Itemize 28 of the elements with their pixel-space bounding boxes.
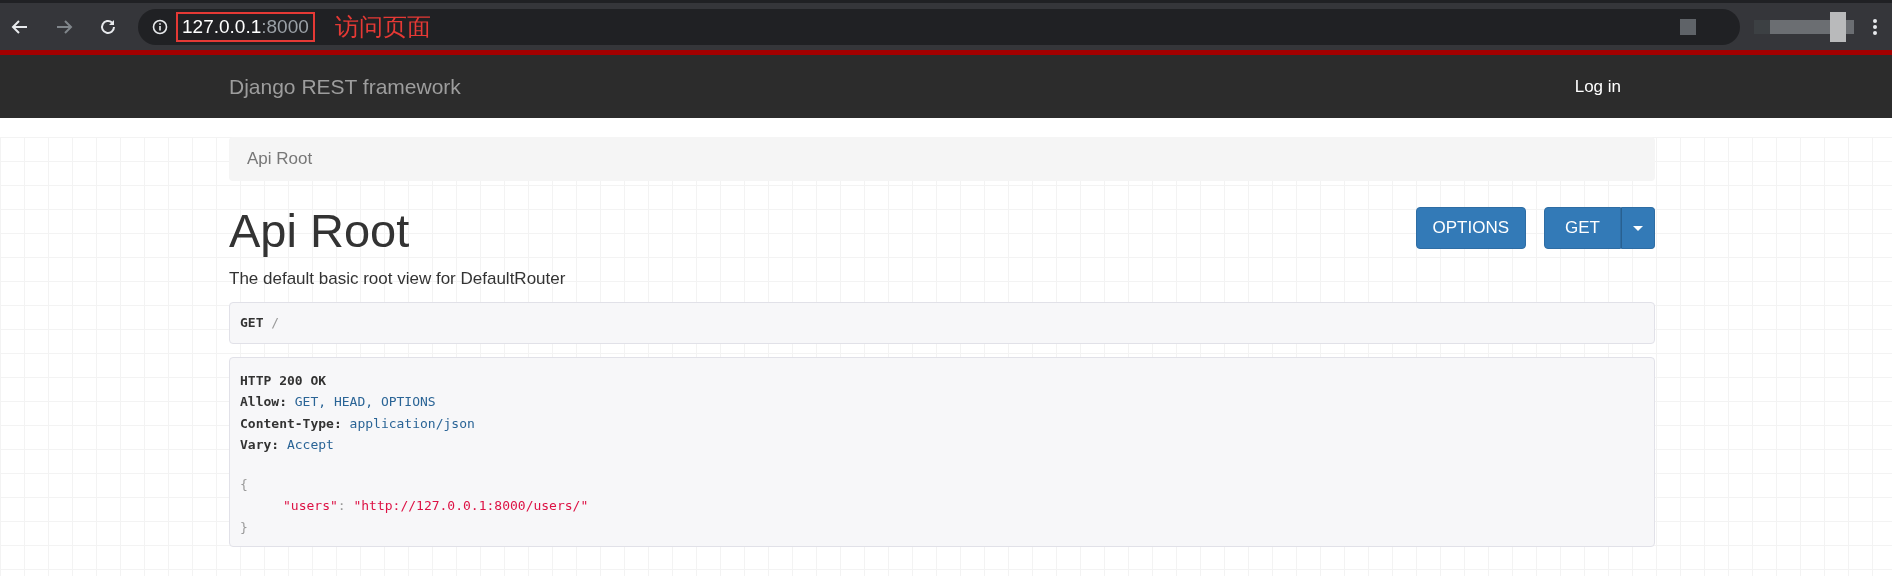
path-text: / — [271, 314, 280, 330]
status-text: HTTP 200 OK — [240, 372, 327, 388]
url-text: 127.0.0.1:8000 — [176, 11, 315, 42]
address-bar[interactable]: 127.0.0.1:8000 访问页面 — [138, 8, 1740, 45]
info-icon[interactable] — [152, 18, 168, 35]
header-name: Content-Type: — [240, 415, 342, 431]
method-text: GET — [240, 314, 264, 330]
brace-text: } — [240, 519, 248, 535]
breadcrumb-item[interactable]: Api Root — [247, 149, 313, 169]
header-value: GET, HEAD, OPTIONS — [294, 394, 436, 410]
header-value: application/json — [349, 415, 475, 431]
annotation-text: 访问页面 — [334, 11, 431, 43]
header-value: Accept — [286, 437, 334, 453]
json-value-link[interactable]: "http://127.0.0.1:8000/users/" — [353, 498, 589, 514]
brand-link[interactable]: Django REST framework — [229, 74, 461, 99]
login-link[interactable]: Log in — [1574, 76, 1621, 97]
brace-text: { — [240, 476, 248, 492]
header-name: Allow: — [240, 394, 287, 410]
caret-icon — [1633, 225, 1643, 231]
dropdown-toggle[interactable] — [1621, 207, 1655, 249]
page-title: Api Root — [229, 205, 410, 257]
json-key: "users" — [283, 498, 338, 514]
header-name: Vary: — [240, 437, 280, 453]
get-button[interactable]: GET — [1544, 207, 1621, 249]
colon-text: : — [337, 498, 346, 514]
options-button[interactable]: OPTIONS — [1415, 207, 1527, 249]
menu-icon[interactable] — [1872, 16, 1878, 37]
description-text: The default basic root view for DefaultRouter — [229, 268, 567, 289]
